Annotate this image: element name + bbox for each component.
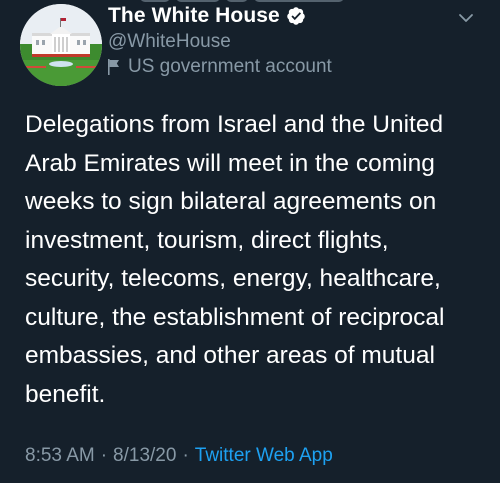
tweet-time[interactable]: 8:53 AM bbox=[25, 445, 95, 466]
tweet-text: Delegations from Israel and the United A… bbox=[25, 111, 445, 408]
verified-badge-icon bbox=[286, 6, 306, 26]
chevron-down-icon[interactable] bbox=[454, 6, 478, 30]
white-house-image bbox=[20, 4, 102, 86]
tweet-meta: 8:53 AM · 8/13/20 · Twitter Web App bbox=[25, 445, 333, 467]
display-name[interactable]: The White House bbox=[108, 4, 280, 28]
meta-separator: · bbox=[100, 445, 108, 466]
meta-separator: · bbox=[182, 445, 189, 466]
tweet-header: The White House @WhiteHouse US governmen… bbox=[0, 0, 500, 90]
tweet-date[interactable]: 8/13/20 bbox=[113, 445, 176, 466]
avatar[interactable] bbox=[20, 4, 102, 86]
account-label: US government account bbox=[128, 56, 332, 77]
tweet-source-link[interactable]: Twitter Web App bbox=[195, 445, 333, 466]
handle[interactable]: @WhiteHouse bbox=[108, 31, 231, 53]
account-label-row: US government account bbox=[106, 56, 332, 78]
author-name-row[interactable]: The White House bbox=[108, 4, 306, 28]
flag-icon bbox=[106, 58, 122, 76]
